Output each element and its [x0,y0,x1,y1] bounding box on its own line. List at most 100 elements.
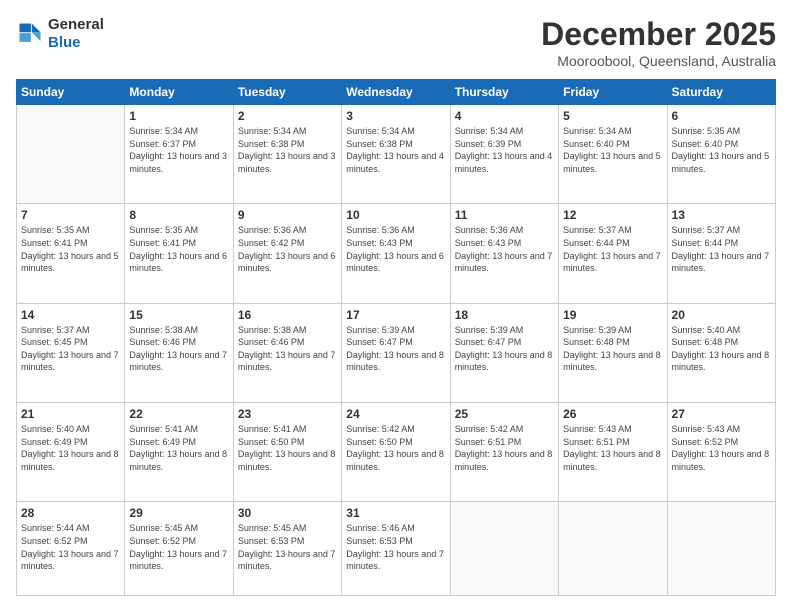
calendar-cell: 17 Sunrise: 5:39 AMSunset: 6:47 PMDaylig… [342,303,450,402]
calendar-table: Sunday Monday Tuesday Wednesday Thursday… [16,79,776,596]
calendar-cell: 13 Sunrise: 5:37 AMSunset: 6:44 PMDaylig… [667,204,775,303]
calendar-cell: 23 Sunrise: 5:41 AMSunset: 6:50 PMDaylig… [233,403,341,502]
day-number: 21 [21,407,120,421]
day-info: Sunrise: 5:43 AMSunset: 6:52 PMDaylight:… [672,424,770,472]
day-number: 10 [346,208,445,222]
logo-line1: General [48,16,104,34]
day-number: 29 [129,506,228,520]
calendar-cell: 27 Sunrise: 5:43 AMSunset: 6:52 PMDaylig… [667,403,775,502]
day-number: 25 [455,407,554,421]
calendar-cell: 31 Sunrise: 5:46 AMSunset: 6:53 PMDaylig… [342,502,450,596]
day-info: Sunrise: 5:34 AMSunset: 6:38 PMDaylight:… [238,126,336,174]
day-number: 9 [238,208,337,222]
day-info: Sunrise: 5:35 AMSunset: 6:41 PMDaylight:… [21,225,119,273]
calendar-week-row: 14 Sunrise: 5:37 AMSunset: 6:45 PMDaylig… [17,303,776,402]
day-info: Sunrise: 5:36 AMSunset: 6:42 PMDaylight:… [238,225,336,273]
calendar-cell: 10 Sunrise: 5:36 AMSunset: 6:43 PMDaylig… [342,204,450,303]
calendar-cell: 30 Sunrise: 5:45 AMSunset: 6:53 PMDaylig… [233,502,341,596]
day-info: Sunrise: 5:36 AMSunset: 6:43 PMDaylight:… [455,225,553,273]
calendar-cell: 18 Sunrise: 5:39 AMSunset: 6:47 PMDaylig… [450,303,558,402]
day-number: 6 [672,109,771,123]
day-info: Sunrise: 5:42 AMSunset: 6:50 PMDaylight:… [346,424,444,472]
title-block: December 2025 Mooroobool, Queensland, Au… [541,16,776,69]
calendar-cell [17,105,125,204]
day-info: Sunrise: 5:43 AMSunset: 6:51 PMDaylight:… [563,424,661,472]
calendar-week-row: 7 Sunrise: 5:35 AMSunset: 6:41 PMDayligh… [17,204,776,303]
day-number: 27 [672,407,771,421]
day-info: Sunrise: 5:39 AMSunset: 6:47 PMDaylight:… [346,325,444,373]
calendar-cell: 28 Sunrise: 5:44 AMSunset: 6:52 PMDaylig… [17,502,125,596]
header: General Blue December 2025 Mooroobool, Q… [16,16,776,69]
logo-line2: Blue [48,34,104,52]
calendar-cell: 9 Sunrise: 5:36 AMSunset: 6:42 PMDayligh… [233,204,341,303]
calendar-cell: 8 Sunrise: 5:35 AMSunset: 6:41 PMDayligh… [125,204,233,303]
col-monday: Monday [125,80,233,105]
calendar-cell: 29 Sunrise: 5:45 AMSunset: 6:52 PMDaylig… [125,502,233,596]
day-info: Sunrise: 5:41 AMSunset: 6:49 PMDaylight:… [129,424,227,472]
calendar-cell: 15 Sunrise: 5:38 AMSunset: 6:46 PMDaylig… [125,303,233,402]
day-number: 1 [129,109,228,123]
day-number: 16 [238,308,337,322]
day-number: 2 [238,109,337,123]
calendar-cell: 19 Sunrise: 5:39 AMSunset: 6:48 PMDaylig… [559,303,667,402]
day-number: 8 [129,208,228,222]
day-number: 19 [563,308,662,322]
day-info: Sunrise: 5:45 AMSunset: 6:52 PMDaylight:… [129,523,227,571]
col-sunday: Sunday [17,80,125,105]
calendar-week-row: 28 Sunrise: 5:44 AMSunset: 6:52 PMDaylig… [17,502,776,596]
day-info: Sunrise: 5:37 AMSunset: 6:45 PMDaylight:… [21,325,119,373]
day-info: Sunrise: 5:38 AMSunset: 6:46 PMDaylight:… [238,325,336,373]
col-saturday: Saturday [667,80,775,105]
calendar-cell [559,502,667,596]
day-info: Sunrise: 5:35 AMSunset: 6:41 PMDaylight:… [129,225,227,273]
day-info: Sunrise: 5:34 AMSunset: 6:40 PMDaylight:… [563,126,661,174]
logo-icon [16,20,44,48]
day-number: 4 [455,109,554,123]
calendar-cell: 4 Sunrise: 5:34 AMSunset: 6:39 PMDayligh… [450,105,558,204]
col-friday: Friday [559,80,667,105]
day-number: 31 [346,506,445,520]
day-info: Sunrise: 5:46 AMSunset: 6:53 PMDaylight:… [346,523,444,571]
day-info: Sunrise: 5:39 AMSunset: 6:48 PMDaylight:… [563,325,661,373]
calendar-cell: 16 Sunrise: 5:38 AMSunset: 6:46 PMDaylig… [233,303,341,402]
calendar-cell: 7 Sunrise: 5:35 AMSunset: 6:41 PMDayligh… [17,204,125,303]
day-number: 22 [129,407,228,421]
day-number: 18 [455,308,554,322]
calendar-cell: 14 Sunrise: 5:37 AMSunset: 6:45 PMDaylig… [17,303,125,402]
day-info: Sunrise: 5:37 AMSunset: 6:44 PMDaylight:… [563,225,661,273]
day-number: 20 [672,308,771,322]
col-thursday: Thursday [450,80,558,105]
day-number: 17 [346,308,445,322]
calendar-cell: 2 Sunrise: 5:34 AMSunset: 6:38 PMDayligh… [233,105,341,204]
calendar-cell: 20 Sunrise: 5:40 AMSunset: 6:48 PMDaylig… [667,303,775,402]
day-number: 24 [346,407,445,421]
page: General Blue December 2025 Mooroobool, Q… [0,0,792,612]
day-number: 5 [563,109,662,123]
day-info: Sunrise: 5:39 AMSunset: 6:47 PMDaylight:… [455,325,553,373]
calendar-cell: 12 Sunrise: 5:37 AMSunset: 6:44 PMDaylig… [559,204,667,303]
calendar-cell: 6 Sunrise: 5:35 AMSunset: 6:40 PMDayligh… [667,105,775,204]
day-number: 28 [21,506,120,520]
day-info: Sunrise: 5:38 AMSunset: 6:46 PMDaylight:… [129,325,227,373]
col-tuesday: Tuesday [233,80,341,105]
calendar-cell [667,502,775,596]
day-number: 13 [672,208,771,222]
col-wednesday: Wednesday [342,80,450,105]
calendar-cell: 26 Sunrise: 5:43 AMSunset: 6:51 PMDaylig… [559,403,667,502]
calendar-week-row: 1 Sunrise: 5:34 AMSunset: 6:37 PMDayligh… [17,105,776,204]
calendar-cell: 24 Sunrise: 5:42 AMSunset: 6:50 PMDaylig… [342,403,450,502]
day-number: 14 [21,308,120,322]
day-number: 3 [346,109,445,123]
day-number: 26 [563,407,662,421]
day-info: Sunrise: 5:40 AMSunset: 6:49 PMDaylight:… [21,424,119,472]
calendar-cell: 21 Sunrise: 5:40 AMSunset: 6:49 PMDaylig… [17,403,125,502]
day-info: Sunrise: 5:45 AMSunset: 6:53 PMDaylight:… [238,523,336,571]
day-number: 11 [455,208,554,222]
day-info: Sunrise: 5:34 AMSunset: 6:38 PMDaylight:… [346,126,444,174]
day-number: 7 [21,208,120,222]
day-info: Sunrise: 5:42 AMSunset: 6:51 PMDaylight:… [455,424,553,472]
day-number: 15 [129,308,228,322]
logo: General Blue [16,16,104,52]
day-number: 30 [238,506,337,520]
calendar-header-row: Sunday Monday Tuesday Wednesday Thursday… [17,80,776,105]
